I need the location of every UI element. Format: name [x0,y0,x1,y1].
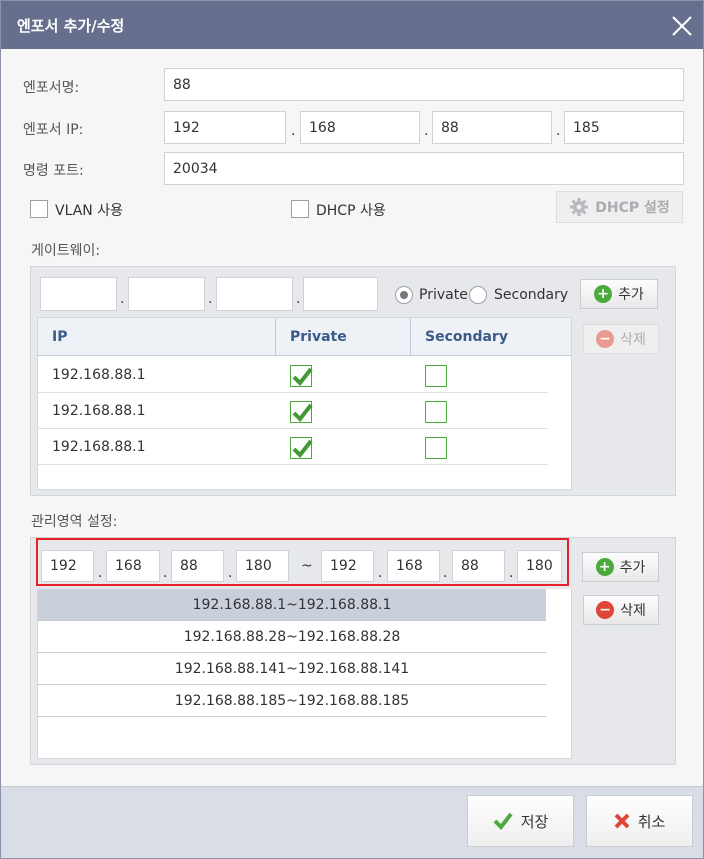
ip-octet-2[interactable] [300,111,420,144]
range-end-octet-3[interactable] [452,550,505,582]
ip-octet-1[interactable] [164,111,286,144]
dhcp-settings-button[interactable]: DHCP 설정 [556,191,683,223]
gateway-octet-2[interactable] [128,277,205,311]
table-row[interactable]: 192.168.88.1 [38,393,548,429]
ip-octet-3[interactable] [432,111,552,144]
titlebar: 엔포서 추가/수정 [1,1,703,49]
range-dot: . [443,565,448,581]
range-end-octet-1[interactable] [321,550,374,582]
gateway-ip-cell: 192.168.88.1 [52,403,146,419]
name-input[interactable] [164,68,684,101]
range-dot: . [509,565,514,581]
gateway-ip-cell: 192.168.88.1 [52,439,146,455]
gateway-delete-label: 삭제 [620,332,646,348]
gateway-add-button[interactable]: + 추가 [580,279,658,309]
private-checkbox[interactable] [290,401,313,423]
range-add-button[interactable]: + 추가 [582,552,659,582]
gateway-octet-1[interactable] [40,277,117,311]
range-dot: . [378,565,383,581]
ip-octet-4[interactable] [564,111,684,144]
list-item[interactable]: 192.168.88.28~192.168.88.28 [38,621,546,653]
dialog-footer: 저장 취소 [1,786,703,858]
vlan-label: VLAN 사용 [55,203,123,219]
close-icon[interactable] [671,15,693,37]
list-item[interactable]: 192.168.88.141~192.168.88.141 [38,653,546,685]
gateway-delete-button[interactable]: − 삭제 [583,324,659,354]
secondary-radio[interactable] [469,286,487,304]
secondary-checkbox[interactable] [425,365,447,387]
gateway-octet-4[interactable] [303,277,378,311]
dialog-title: 엔포서 추가/수정 [17,17,125,35]
close-icon [614,813,630,829]
gateway-dot: . [120,291,125,307]
private-checkbox[interactable] [290,365,313,387]
table-row[interactable]: 192.168.88.1 [38,429,548,465]
secondary-radio-label: Secondary [494,287,569,303]
dhcp-checkbox[interactable] [291,200,309,218]
ip-label: 엔포서 IP: [23,122,84,138]
table-row[interactable]: 192.168.88.1 [38,357,548,393]
gateway-dot: . [208,291,213,307]
gateway-grid-header: IP Private Secondary [38,318,571,356]
secondary-checkbox[interactable] [425,401,447,423]
check-icon [493,812,513,830]
port-label: 명령 포트: [23,163,84,179]
range-dot: . [98,565,103,581]
range-start-octet-3[interactable] [171,550,224,582]
range-dot: . [228,565,233,581]
save-label: 저장 [520,812,549,831]
range-end-octet-2[interactable] [387,550,440,582]
gateway-octet-3[interactable] [216,277,293,311]
name-label: 엔포서명: [23,80,80,96]
enforcer-dialog: 엔포서 추가/수정 엔포서명: 엔포서 IP: . . . 명령 포트: VLA… [0,0,704,859]
gateway-panel: . . . Private Secondary + 추가 − 삭제 IP Pri… [30,266,676,496]
range-end-octet-4[interactable] [517,550,562,582]
save-button[interactable]: 저장 [467,795,574,847]
range-delete-label: 삭제 [620,603,646,619]
range-dot: . [163,565,168,581]
range-add-label: 추가 [619,560,646,576]
minus-icon: − [596,330,615,348]
dhcp-label: DHCP 사용 [316,203,386,219]
plus-icon: + [595,558,614,576]
plus-icon: + [594,285,613,303]
list-item[interactable]: 192.168.88.185~192.168.88.185 [38,685,546,717]
ip-dot: . [424,123,429,139]
private-checkbox[interactable] [290,437,313,459]
col-ip[interactable]: IP [38,318,276,356]
ip-dot: . [556,123,561,139]
ip-dot: . [291,123,296,139]
vlan-checkbox[interactable] [30,200,48,218]
cancel-button[interactable]: 취소 [586,795,693,847]
cancel-label: 취소 [637,812,666,831]
col-secondary[interactable]: Secondary [411,318,571,356]
secondary-checkbox[interactable] [425,437,447,459]
dhcp-settings-label: DHCP 설정 [595,200,670,216]
range-label: 관리영역 설정: [31,514,118,530]
range-panel: . . . ~ . . . + 추가 − 삭제 192.168.88.1~192… [30,537,676,765]
gear-icon [569,197,589,217]
range-start-octet-1[interactable] [41,550,94,582]
port-input[interactable] [164,152,684,185]
gateway-ip-cell: 192.168.88.1 [52,367,146,383]
gateway-label: 게이트웨이: [31,243,101,259]
range-list: 192.168.88.1~192.168.88.1 192.168.88.28~… [37,589,572,759]
minus-icon: − [596,601,615,619]
private-radio[interactable] [395,286,413,304]
private-radio-label: Private [419,287,468,303]
gateway-grid: IP Private Secondary 192.168.88.1 192.16… [37,317,572,490]
range-start-octet-2[interactable] [106,550,160,582]
range-delete-button[interactable]: − 삭제 [583,595,659,625]
gateway-add-label: 추가 [618,287,644,303]
range-separator: ~ [301,558,313,574]
gateway-dot: . [296,291,301,307]
range-start-octet-4[interactable] [236,550,289,582]
list-item[interactable]: 192.168.88.1~192.168.88.1 [38,589,546,621]
col-private[interactable]: Private [276,318,411,356]
